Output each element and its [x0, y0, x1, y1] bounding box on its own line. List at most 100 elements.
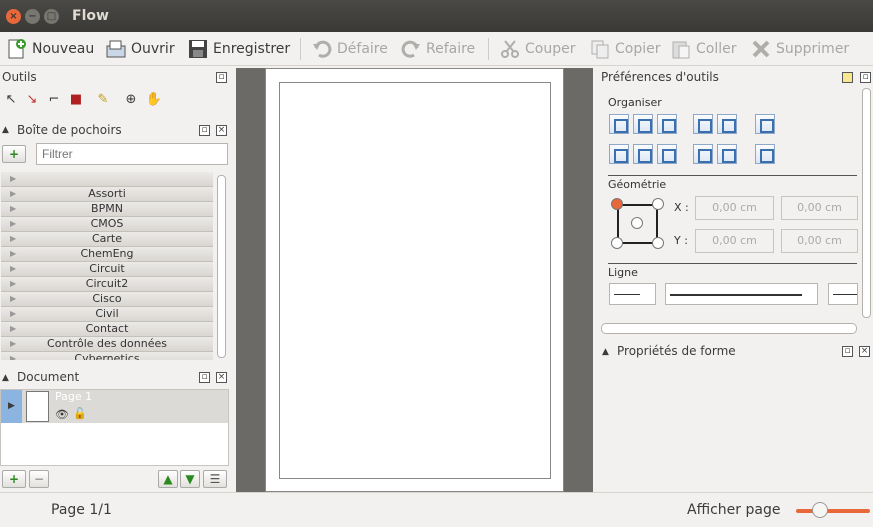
- connector-tool-icon[interactable]: ↘: [23, 91, 41, 109]
- zoom-slider-handle[interactable]: [812, 502, 828, 518]
- pencil-tool-icon[interactable]: ✎: [94, 91, 112, 109]
- anchor-top-left[interactable]: [611, 198, 623, 210]
- anchor-bottom-right[interactable]: [652, 237, 664, 249]
- shape-props-close-icon[interactable]: ×: [859, 346, 870, 357]
- add-page-button[interactable]: +: [2, 470, 26, 488]
- stencil-item[interactable]: ▶ Assorti: [1, 187, 213, 202]
- anchor-bottom-left[interactable]: [611, 237, 623, 249]
- tool-prefs-vscrollbar[interactable]: [862, 88, 871, 318]
- stencil-item[interactable]: ▶ Circuit: [1, 262, 213, 277]
- lower-to-bottom-button[interactable]: [717, 144, 737, 164]
- stencil-item[interactable]: ▶ Contact: [1, 322, 213, 337]
- line-section-label: Ligne: [608, 266, 638, 279]
- new-document-icon: [6, 38, 28, 60]
- lock-icon[interactable]: 🔓: [73, 407, 87, 420]
- stencil-item[interactable]: ▶: [1, 172, 213, 187]
- close-window-button[interactable]: ×: [6, 9, 21, 24]
- tools-panel-float-icon[interactable]: ▫: [216, 72, 227, 83]
- document-float-icon[interactable]: ▫: [199, 372, 210, 383]
- toolbar-separator: [300, 38, 301, 60]
- stencil-item[interactable]: ▶ Cisco: [1, 292, 213, 307]
- save-button[interactable]: Enregistrer: [187, 36, 290, 62]
- paste-button[interactable]: Coller: [670, 36, 737, 62]
- move-page-up-button[interactable]: ▲: [158, 470, 178, 488]
- line-width-select[interactable]: [828, 283, 858, 305]
- stencil-item[interactable]: ▶ ChemEng: [1, 247, 213, 262]
- stencil-filter-input[interactable]: [36, 143, 228, 165]
- x-position-field[interactable]: 0,00 cm: [695, 196, 774, 220]
- move-page-down-button[interactable]: ▼: [180, 470, 200, 488]
- line-tool-icon[interactable]: ⌐: [45, 91, 63, 109]
- document-close-icon[interactable]: ×: [216, 372, 227, 383]
- stencil-item[interactable]: ▶ Carte: [1, 232, 213, 247]
- anchor-center[interactable]: [631, 217, 643, 229]
- page-thumbnail: [26, 391, 49, 422]
- stencil-item[interactable]: ▶ BPMN: [1, 202, 213, 217]
- stencil-item[interactable]: ▶ Cybernetics: [1, 352, 213, 360]
- align-center-button[interactable]: [633, 144, 653, 164]
- open-button[interactable]: Ouvrir: [105, 36, 175, 62]
- stencils-float-icon[interactable]: ▫: [199, 125, 210, 136]
- visibility-eye-icon[interactable]: 👁: [55, 408, 69, 421]
- tool-prefs-float-icon[interactable]: ▫: [860, 72, 871, 83]
- stencil-item[interactable]: ▶ CMOS: [1, 217, 213, 232]
- zoom-tool-icon[interactable]: ⊕: [122, 91, 140, 109]
- group-button[interactable]: [755, 114, 775, 134]
- toolbar-separator: [488, 38, 489, 60]
- tool-prefs-note-icon[interactable]: [842, 72, 853, 83]
- pan-hand-icon[interactable]: ✋: [145, 91, 163, 109]
- align-right-button[interactable]: [657, 144, 677, 164]
- anchor-top-right[interactable]: [652, 198, 664, 210]
- undo-label: Défaire: [337, 41, 388, 57]
- stencil-item[interactable]: ▶ Civil: [1, 307, 213, 322]
- copy-button[interactable]: Copier: [589, 36, 661, 62]
- tool-prefs-hscrollbar[interactable]: [601, 323, 857, 334]
- stencil-item[interactable]: ▶ Contrôle des données: [1, 337, 213, 352]
- raise-to-top-button[interactable]: [693, 144, 713, 164]
- collapse-stencils-icon[interactable]: ▲: [2, 125, 9, 135]
- expand-page-icon[interactable]: ▶: [1, 390, 22, 423]
- height-field[interactable]: 0,00 cm: [781, 229, 858, 253]
- shape-props-float-icon[interactable]: ▫: [842, 346, 853, 357]
- align-top-button[interactable]: [609, 114, 629, 134]
- stencils-close-icon[interactable]: ×: [216, 125, 227, 136]
- minimize-window-button[interactable]: −: [25, 9, 40, 24]
- remove-page-button[interactable]: −: [29, 470, 49, 488]
- show-page-label: Afficher page: [687, 502, 781, 518]
- align-left-button[interactable]: [609, 144, 629, 164]
- shape-tool-icon[interactable]: ■: [67, 91, 85, 109]
- y-position-field[interactable]: 0,00 cm: [695, 229, 774, 253]
- ungroup-button[interactable]: [755, 144, 775, 164]
- redo-button[interactable]: Refaire: [400, 36, 475, 62]
- collapse-document-icon[interactable]: ▲: [2, 373, 9, 383]
- delete-button[interactable]: Supprimer: [750, 36, 849, 62]
- paste-clipboard-icon: [670, 38, 692, 60]
- new-button[interactable]: Nouveau: [6, 36, 94, 62]
- undo-button[interactable]: Défaire: [311, 36, 388, 62]
- maximize-window-button[interactable]: □: [44, 9, 59, 24]
- paste-label: Coller: [696, 41, 737, 57]
- copy-icon: [589, 38, 611, 60]
- line-style-select[interactable]: [609, 283, 656, 305]
- cut-button[interactable]: Couper: [499, 36, 575, 62]
- bring-forward-button[interactable]: [693, 114, 713, 134]
- width-field[interactable]: 0,00 cm: [781, 196, 858, 220]
- select-tool-icon[interactable]: ↖: [2, 91, 20, 109]
- align-middle-button[interactable]: [633, 114, 653, 134]
- stencil-scrollbar[interactable]: [217, 175, 226, 358]
- shape-props-title: Propriétés de forme: [617, 344, 736, 358]
- open-label: Ouvrir: [131, 41, 175, 57]
- page-properties-button[interactable]: ☰: [203, 470, 227, 488]
- stencil-item[interactable]: ▶ Circuit2: [1, 277, 213, 292]
- send-backward-button[interactable]: [717, 114, 737, 134]
- redo-icon: [400, 38, 422, 60]
- status-bar: Page 1/1 Afficher page: [0, 492, 873, 527]
- align-bottom-button[interactable]: [657, 114, 677, 134]
- section-divider: [608, 175, 857, 176]
- page-row[interactable]: ▶ Page 1 👁 🔓: [1, 390, 228, 423]
- zoom-slider-track[interactable]: [796, 509, 870, 513]
- line-dash-select[interactable]: [665, 283, 818, 305]
- tools-panel-title: Outils: [2, 70, 37, 84]
- add-stencil-button[interactable]: +: [2, 145, 26, 163]
- collapse-shape-props-icon[interactable]: ▲: [602, 347, 609, 357]
